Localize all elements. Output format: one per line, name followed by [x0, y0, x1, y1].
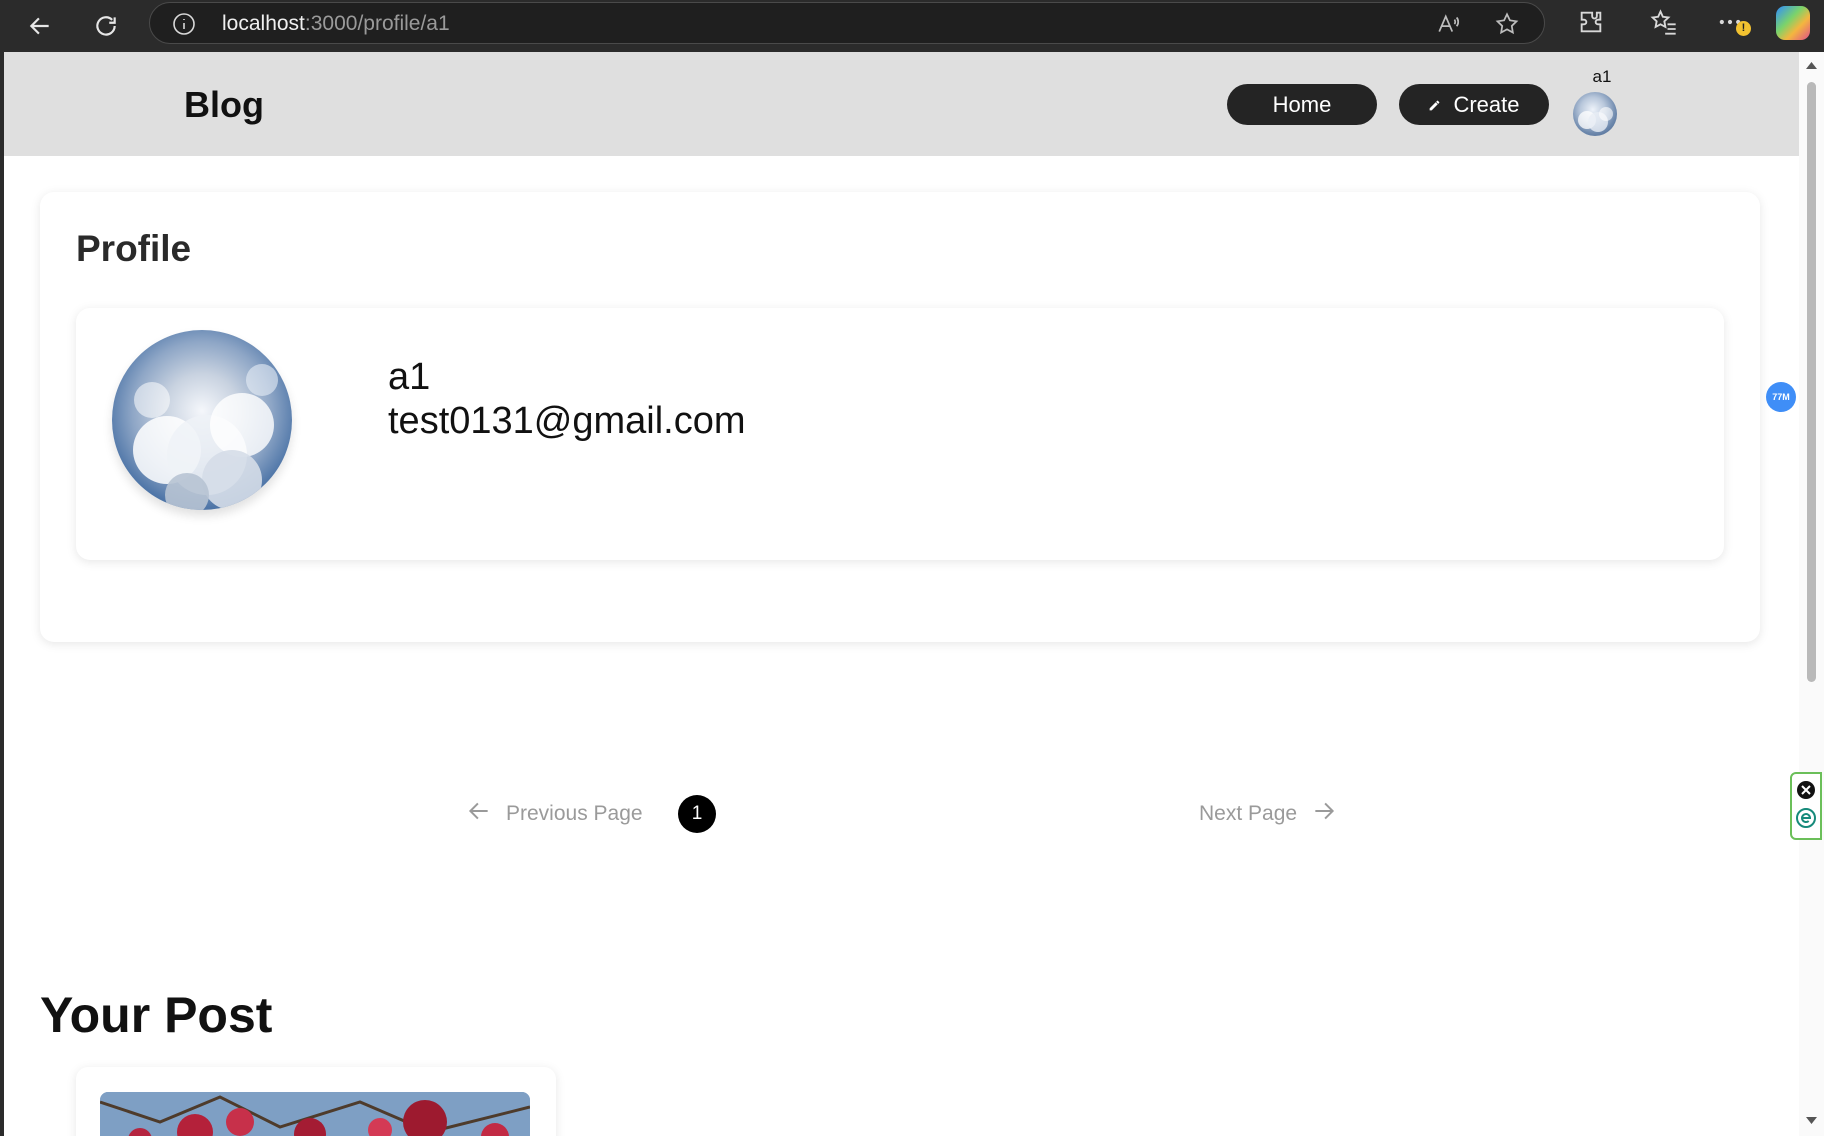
previous-page-button[interactable]: Previous Page: [466, 798, 643, 830]
favorites-icon[interactable]: [1650, 8, 1678, 41]
edge-e-icon[interactable]: [1796, 808, 1816, 833]
reload-icon[interactable]: [86, 6, 126, 46]
profile-username: a1: [388, 356, 431, 398]
post-card[interactable]: [76, 1067, 556, 1136]
scrollbar-thumb[interactable]: [1807, 82, 1816, 682]
site-info-icon[interactable]: [172, 12, 196, 41]
extensions-icon[interactable]: [1577, 8, 1605, 41]
profile-title: Profile: [76, 228, 192, 269]
read-aloud-icon[interactable]: [1436, 11, 1462, 42]
profile-details-card: a1 test0131@gmail.com: [76, 308, 1724, 560]
address-bar[interactable]: localhost:3000/profile/a1: [149, 2, 1545, 44]
create-button[interactable]: Create: [1399, 84, 1549, 125]
post-thumbnail: [100, 1092, 530, 1136]
extension-bubble[interactable]: 77M: [1766, 382, 1796, 412]
warning-badge-icon: !: [1736, 21, 1751, 36]
page-scrollbar[interactable]: [1799, 52, 1824, 1136]
home-button[interactable]: Home: [1227, 84, 1377, 125]
your-posts-title: Your Post: [40, 987, 273, 1043]
extension-side-panel: [1790, 772, 1822, 840]
profile-email: test0131@gmail.com: [388, 400, 746, 442]
profile-card: Profile a1 test0131@gmail.com: [40, 192, 1760, 642]
copilot-icon[interactable]: [1776, 6, 1810, 40]
browser-toolbar: localhost:3000/profile/a1 !: [0, 0, 1824, 52]
next-page-label: Next Page: [1199, 802, 1298, 825]
next-page-button[interactable]: Next Page: [1199, 798, 1337, 830]
favorite-star-icon[interactable]: [1494, 11, 1520, 42]
create-button-label: Create: [1453, 91, 1520, 117]
page-viewport: Blog Home Create a1 Profile a1 test0131@…: [4, 52, 1799, 1136]
profile-avatar: [112, 330, 292, 510]
back-icon[interactable]: [20, 6, 60, 46]
header-username: a1: [1592, 67, 1612, 86]
site-header: Blog Home Create a1: [4, 52, 1799, 156]
arrow-right-icon: [1311, 798, 1337, 830]
previous-page-label: Previous Page: [506, 802, 643, 825]
arrow-left-icon: [466, 798, 492, 830]
pencil-icon: [1428, 92, 1441, 118]
brand-logo[interactable]: Blog: [184, 84, 264, 126]
close-circle-icon[interactable]: [1796, 780, 1816, 805]
home-button-label: Home: [1272, 91, 1332, 117]
url-text[interactable]: localhost:3000/profile/a1: [222, 12, 450, 36]
page-number-button[interactable]: 1: [678, 795, 716, 833]
header-avatar[interactable]: [1573, 92, 1617, 136]
